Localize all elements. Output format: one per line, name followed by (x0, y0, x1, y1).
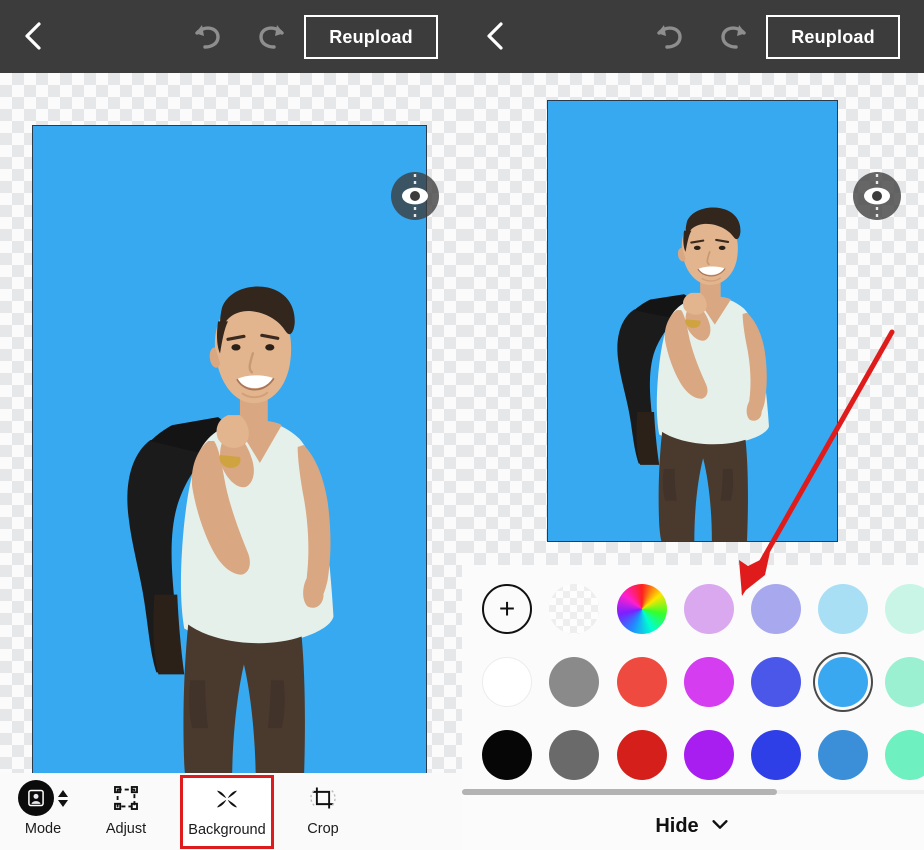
swatch-row (462, 723, 924, 792)
color-swatch-light-orchid[interactable] (684, 584, 734, 634)
color-swatch-azure-blue-selected[interactable] (818, 657, 868, 707)
redo-arrow-icon[interactable] (717, 20, 751, 52)
color-swatch-spring-green[interactable] (885, 730, 924, 780)
palette-horizontal-scrollbar[interactable] (462, 787, 924, 797)
tool-label: Crop (307, 821, 339, 837)
flower-petals-icon (213, 778, 241, 820)
color-swatch-coral-red[interactable] (617, 657, 667, 707)
tool-background[interactable]: Background (180, 775, 274, 849)
swatch-row (462, 650, 924, 719)
tool-label: Adjust (105, 821, 147, 837)
add-custom-background-button[interactable]: + (482, 584, 532, 634)
color-swatch-grid: + (462, 577, 924, 784)
photo-preview-left[interactable] (32, 125, 427, 790)
undo-arrow-icon[interactable] (190, 20, 224, 52)
editor-canvas-left[interactable] (0, 73, 462, 790)
back-icon[interactable] (18, 20, 50, 52)
screenshot-root: Reupload Mode Adjust Background Crop Reu… (0, 0, 924, 850)
color-swatch-magenta[interactable] (684, 657, 734, 707)
hide-palette-button[interactable]: Hide (462, 805, 924, 847)
color-swatch-royal-blue[interactable] (751, 657, 801, 707)
top-bar-right: Reupload (462, 0, 924, 73)
eye-visibility-icon[interactable] (391, 172, 439, 220)
color-swatch-purple[interactable] (684, 730, 734, 780)
back-icon[interactable] (480, 20, 512, 52)
background-color-palette-sheet: + Hide (462, 565, 924, 850)
transparent-swatch[interactable] (549, 584, 599, 634)
bottom-toolbar: Mode Adjust Background Crop (0, 773, 462, 850)
chevron-down-icon (709, 813, 731, 840)
color-swatch-white[interactable] (482, 657, 532, 707)
tool-adjust[interactable]: Adjust (88, 777, 164, 849)
tool-label: Background (188, 822, 266, 838)
stepper-down-icon[interactable] (58, 799, 68, 807)
color-swatch-red[interactable] (617, 730, 667, 780)
tool-label: Mode (24, 821, 62, 837)
scrollbar-thumb[interactable] (462, 789, 777, 795)
color-swatch-aquamarine[interactable] (885, 657, 924, 707)
subject-cutout (548, 101, 837, 541)
stepper-up-icon[interactable] (58, 789, 68, 797)
color-swatch-pale-mint[interactable] (885, 584, 924, 634)
hide-label: Hide (655, 814, 699, 837)
tool-crop[interactable]: Crop (285, 777, 361, 849)
color-swatch-dark-gray[interactable] (549, 730, 599, 780)
portrait-badge-icon (18, 780, 54, 816)
color-swatch-steel-blue[interactable] (818, 730, 868, 780)
crop-frame-icon (309, 777, 337, 819)
mode-stepper[interactable] (58, 789, 68, 807)
color-swatch-pale-sky-blue[interactable] (818, 584, 868, 634)
photo-preview-right[interactable] (547, 100, 838, 542)
color-swatch-black[interactable] (482, 730, 532, 780)
top-bar-left: Reupload (0, 0, 462, 73)
reupload-button[interactable]: Reupload (304, 15, 438, 59)
subject-cutout (33, 126, 426, 789)
undo-arrow-icon[interactable] (652, 20, 686, 52)
left-screen-panel: Reupload Mode Adjust Background Crop (0, 0, 462, 850)
color-swatch-indigo[interactable] (751, 730, 801, 780)
eye-visibility-icon[interactable] (853, 172, 901, 220)
mode-glyph-row (18, 777, 68, 819)
color-wheel-swatch[interactable] (617, 584, 667, 634)
color-swatch-gray[interactable] (549, 657, 599, 707)
color-swatch-periwinkle[interactable] (751, 584, 801, 634)
tool-mode[interactable]: Mode (5, 777, 81, 849)
dashed-square-icon (112, 777, 140, 819)
reupload-button[interactable]: Reupload (766, 15, 900, 59)
swatch-row: + (462, 577, 924, 646)
redo-arrow-icon[interactable] (255, 20, 289, 52)
